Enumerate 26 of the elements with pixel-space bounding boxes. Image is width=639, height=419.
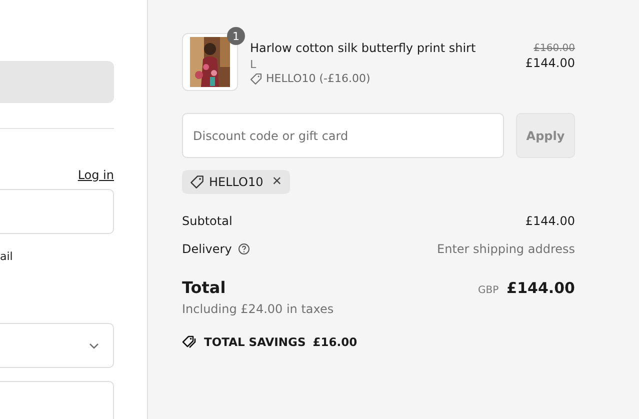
checkbox-label: ail <box>0 250 13 263</box>
total-amount: £144.00 <box>506 279 575 297</box>
tag-icon <box>250 72 262 84</box>
total-label: Total <box>182 278 226 297</box>
quantity-badge: 1 <box>227 27 245 45</box>
summary-label: Delivery <box>182 242 232 256</box>
discount-code: HELLO10 <box>209 175 264 189</box>
tag-icon <box>190 175 204 189</box>
original-price: £160.00 <box>534 43 575 54</box>
taxes-note: Including £24.00 in taxes <box>182 302 335 316</box>
item-price: £144.00 <box>525 56 575 70</box>
item-discount: HELLO10 (-£16.00) <box>266 72 370 85</box>
chevron-down-icon <box>89 342 99 348</box>
product-name: Harlow cotton silk butterfly print shirt <box>250 41 477 55</box>
tags-icon <box>182 335 197 349</box>
savings-amount: £16.00 <box>312 335 358 349</box>
savings-label: TOTAL SAVINGS <box>204 335 306 349</box>
summary-label: Subtotal <box>182 214 232 228</box>
currency-code: GBP <box>478 285 499 296</box>
summary-value: £144.00 <box>525 214 575 228</box>
help-icon[interactable] <box>238 243 250 255</box>
log-in-link[interactable]: Log in <box>78 168 114 184</box>
discount-code-field[interactable]: Discount code or gift card <box>182 113 504 158</box>
product-variant: L <box>250 58 258 71</box>
remove-button[interactable]: × <box>268 175 282 189</box>
summary-value: Enter shipping address <box>437 242 575 256</box>
